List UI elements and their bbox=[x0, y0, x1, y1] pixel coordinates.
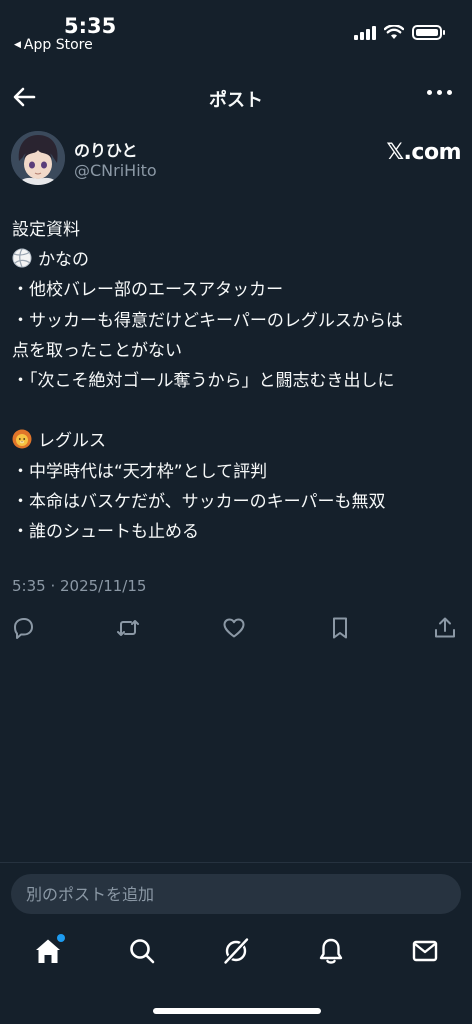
post-line: ・サッカーも得意だけどキーパーのレグルスからは bbox=[12, 310, 403, 331]
post-author: のりひと @CNriHito 𝕏.com bbox=[11, 131, 461, 187]
post-line: ・「次こそ絶対ゴール奪うから」と闘志むき出しに bbox=[12, 370, 395, 391]
tab-notifications[interactable] bbox=[316, 936, 346, 966]
volleyball-icon bbox=[12, 248, 32, 268]
bell-icon bbox=[319, 938, 343, 964]
bottom-tab-bar bbox=[0, 930, 472, 980]
search-icon bbox=[130, 939, 155, 964]
post-line: ・誰のシュートも止める bbox=[12, 521, 199, 542]
lion-icon bbox=[12, 429, 32, 449]
battery-icon bbox=[412, 24, 445, 40]
status-bar: 5:35 ◀ App Store bbox=[0, 0, 472, 60]
heart-icon[interactable] bbox=[221, 615, 247, 641]
compose-divider bbox=[0, 862, 472, 863]
tab-grok[interactable] bbox=[221, 936, 251, 966]
post-line: ・本命はバスケだが、サッカーのキーパーも無双 bbox=[12, 491, 386, 512]
tab-search[interactable] bbox=[127, 936, 157, 966]
post-text: 設定資料 かなの ・他校バレー部のエースアタッカー ・サッカーも得意だけどキーパ… bbox=[12, 215, 462, 547]
home-indicator[interactable] bbox=[153, 1008, 321, 1014]
author-handle[interactable]: @CNriHito bbox=[74, 161, 157, 180]
mail-icon bbox=[412, 940, 438, 962]
reply-input[interactable] bbox=[11, 874, 461, 914]
wifi-icon bbox=[384, 24, 404, 39]
post-line: 設定資料 bbox=[12, 220, 80, 240]
back-app-label: App Store bbox=[23, 37, 93, 53]
post-line: ・他校バレー部のエースアタッカー bbox=[12, 280, 284, 301]
home-notification-dot bbox=[57, 934, 65, 942]
bookmark-icon[interactable] bbox=[327, 615, 353, 641]
x-com-brand-label: 𝕏.com bbox=[386, 140, 461, 165]
post-line: かなの bbox=[12, 245, 462, 275]
more-options-icon[interactable] bbox=[427, 90, 452, 95]
author-name[interactable]: のりひと bbox=[74, 137, 138, 161]
tab-messages[interactable] bbox=[410, 936, 440, 966]
post-line: 点を取ったことがない bbox=[12, 340, 182, 361]
post-header: ポスト bbox=[0, 74, 472, 120]
repost-icon[interactable] bbox=[115, 615, 141, 641]
tab-home[interactable] bbox=[33, 934, 65, 966]
post-actions bbox=[0, 615, 472, 643]
cellular-signal-icon bbox=[354, 24, 376, 40]
share-icon[interactable] bbox=[432, 615, 458, 641]
status-icons bbox=[354, 24, 445, 40]
grok-icon bbox=[223, 937, 249, 965]
status-time: 5:35 bbox=[64, 14, 117, 38]
reply-icon[interactable] bbox=[10, 615, 36, 641]
back-to-app-store[interactable]: ◀ App Store bbox=[14, 37, 93, 53]
post-timestamp[interactable]: 5:35 · 2025/11/15 bbox=[12, 577, 146, 595]
post-line: ・中学時代は“天才枠”として評判 bbox=[12, 461, 268, 482]
avatar[interactable] bbox=[11, 131, 65, 185]
back-triangle-icon: ◀ bbox=[14, 40, 21, 50]
post-line: レグルス bbox=[12, 426, 462, 456]
reply-compose-box[interactable] bbox=[11, 874, 461, 914]
page-title: ポスト bbox=[209, 90, 263, 111]
